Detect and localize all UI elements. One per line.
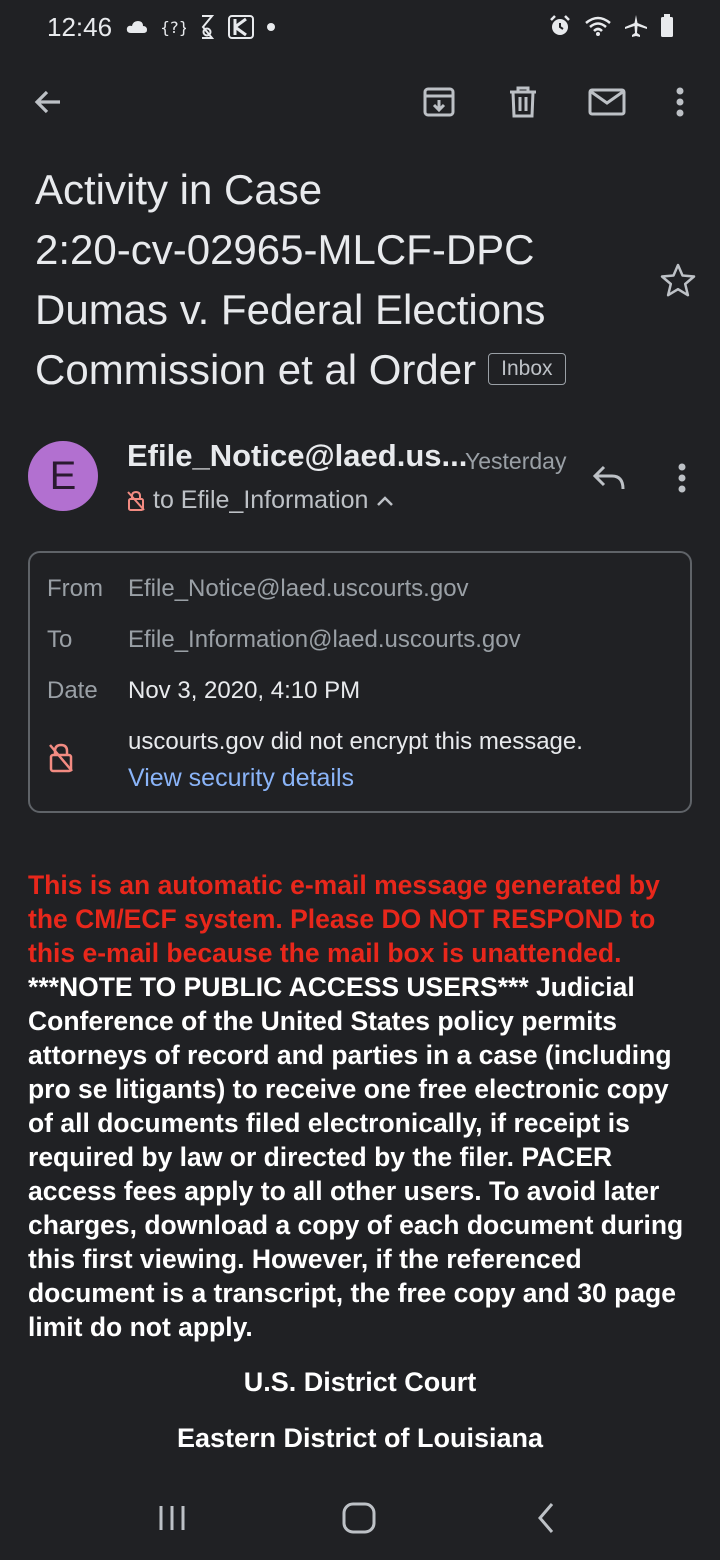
dot-icon xyxy=(266,22,276,32)
system-nav-bar xyxy=(0,1476,720,1560)
more-options-button[interactable] xyxy=(658,80,702,124)
home-button[interactable] xyxy=(329,1494,389,1542)
recent-apps-icon xyxy=(159,1506,185,1530)
view-security-details-link[interactable]: View security details xyxy=(128,764,354,793)
mark-unread-button[interactable] xyxy=(585,80,629,124)
recipient-toggle[interactable]: to Efile_Information xyxy=(127,486,394,515)
date-value: Nov 3, 2020, 4:10 PM xyxy=(128,677,361,704)
subject-line: Dumas v. Federal Elections xyxy=(35,286,546,333)
mark-unread-icon xyxy=(588,88,626,116)
recipient-summary: to Efile_Information xyxy=(153,486,369,514)
public-access-note: ***NOTE TO PUBLIC ACCESS USERS*** Judici… xyxy=(28,972,684,1342)
status-left-icons: {?} xyxy=(126,14,276,40)
email-subject: Activity in Case 2:20-cv-02965-MLCF-DPC … xyxy=(35,160,625,400)
auto-message-warning: This is an automatic e-mail message gene… xyxy=(28,870,660,968)
bluetooth-link-icon xyxy=(198,14,216,40)
from-value[interactable]: Efile_Notice@laed.uscourts.gov xyxy=(128,575,469,603)
back-arrow-icon xyxy=(34,90,60,114)
sender-avatar[interactable]: E xyxy=(28,441,98,511)
court-name: U.S. District Court xyxy=(243,1367,477,1397)
email-toolbar xyxy=(0,66,720,136)
reply-icon xyxy=(592,465,625,490)
subject-line: Activity in Case xyxy=(35,166,323,213)
star-button[interactable] xyxy=(656,258,700,302)
back-button[interactable] xyxy=(26,80,70,124)
more-vert-icon xyxy=(678,463,686,493)
subject-line: 2:20-cv-02965-MLCF-DPC xyxy=(35,226,535,273)
app-icon xyxy=(228,15,254,39)
date-label: Date xyxy=(47,677,98,704)
message-more-button[interactable] xyxy=(660,454,704,502)
sent-time: Yesterday xyxy=(465,448,567,474)
alarm-icon xyxy=(548,14,572,38)
delete-icon xyxy=(510,86,536,118)
star-icon xyxy=(660,263,696,297)
back-icon xyxy=(538,1503,554,1533)
wifi-question-icon: {?} xyxy=(160,17,186,37)
message-details-box: From Efile_Notice@laed.uscourts.gov To E… xyxy=(28,551,692,813)
security-notice: uscourts.gov did not encrypt this messag… xyxy=(128,728,583,755)
to-value[interactable]: Efile_Information@laed.uscourts.gov xyxy=(128,626,521,654)
status-right-icons xyxy=(548,14,674,38)
delete-button[interactable] xyxy=(501,80,545,124)
unencrypted-lock-icon xyxy=(49,743,73,773)
more-vert-icon xyxy=(676,87,684,117)
archive-button[interactable] xyxy=(417,80,461,124)
chevron-up-icon xyxy=(377,495,394,506)
system-back-button[interactable] xyxy=(516,1494,576,1542)
battery-icon xyxy=(660,14,674,38)
email-body: This is an automatic e-mail message gene… xyxy=(28,868,698,1344)
sender-name: Efile_Notice@laed.us... xyxy=(127,438,468,473)
status-bar: 12:46 {?} xyxy=(0,0,720,56)
wifi-icon xyxy=(584,15,612,37)
archive-icon xyxy=(423,87,455,117)
from-label: From xyxy=(47,575,103,602)
cloud-icon xyxy=(126,20,148,34)
recent-apps-button[interactable] xyxy=(142,1494,202,1542)
email-screen: 12:46 {?} Activity in Case 2:20-cv-02965… xyxy=(0,0,720,1560)
court-district: Eastern District of Louisiana xyxy=(176,1423,544,1453)
home-icon xyxy=(342,1502,376,1534)
inbox-label-chip[interactable]: Inbox xyxy=(488,352,566,385)
to-label: To xyxy=(47,626,73,653)
subject-last-line: Commission et al Order Inbox xyxy=(35,340,625,400)
unencrypted-lock-icon xyxy=(127,490,145,511)
svg-text:{?}: {?} xyxy=(160,18,186,37)
status-time: 12:46 xyxy=(47,12,113,42)
reply-button[interactable] xyxy=(585,454,633,502)
subject-line: Commission et al Order xyxy=(35,346,477,393)
airplane-icon xyxy=(624,14,648,38)
